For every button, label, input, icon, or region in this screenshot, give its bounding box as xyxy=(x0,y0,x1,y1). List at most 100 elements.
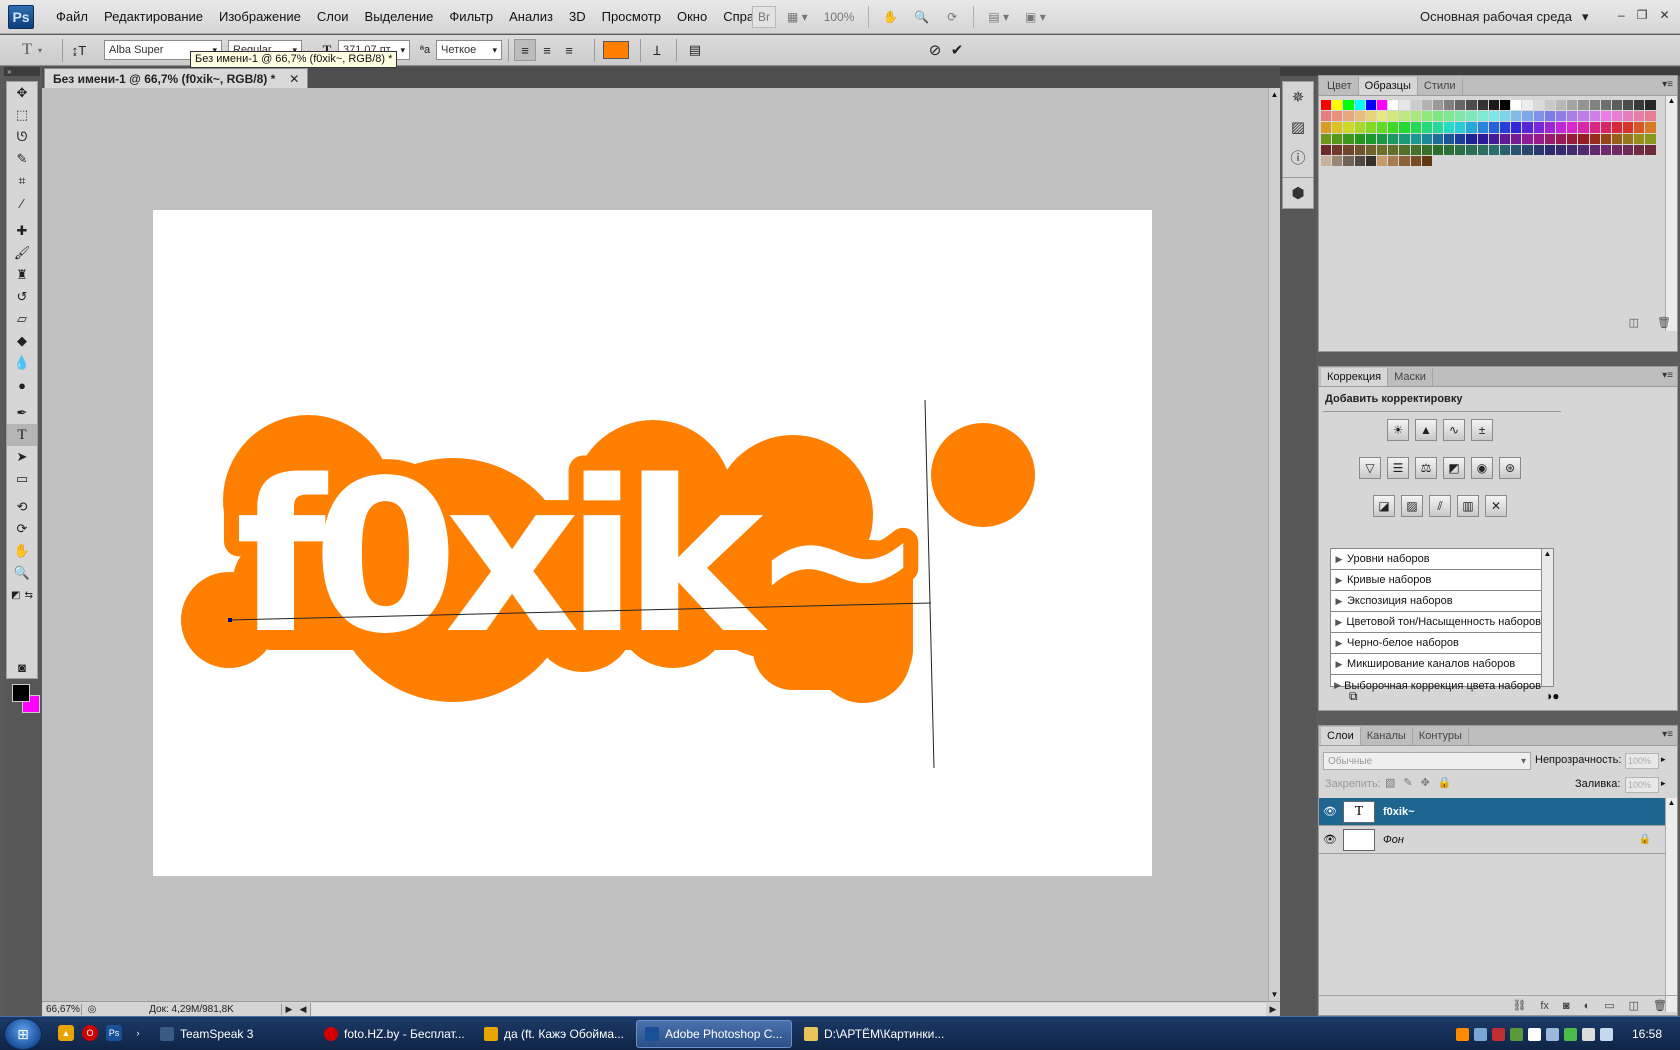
color-swatch[interactable] xyxy=(1522,122,1534,134)
color-swatch[interactable] xyxy=(1589,133,1601,145)
color-swatch[interactable] xyxy=(1511,144,1523,156)
taskbar-item-player[interactable]: да (ft. Кажэ Обойма... xyxy=(476,1020,636,1048)
chevron-right-icon[interactable]: ▸ xyxy=(1661,754,1666,765)
panel-menu-icon[interactable]: ▾≡ xyxy=(1662,370,1673,381)
color-swatch[interactable] xyxy=(1600,144,1612,156)
cancel-edits-icon[interactable]: ⊘ xyxy=(924,39,946,61)
collapse-icon[interactable]: » xyxy=(4,67,40,76)
color-swatch[interactable] xyxy=(1332,122,1344,134)
gradient-map-icon[interactable]: ▥ xyxy=(1457,495,1479,517)
color-swatch[interactable] xyxy=(1555,111,1568,123)
antialias-select[interactable]: Четкое ▾ xyxy=(436,40,502,60)
color-swatch[interactable] xyxy=(1365,133,1377,145)
new-adjustment-layer-icon[interactable]: ◐ xyxy=(1584,1000,1591,1012)
list-item[interactable]: ▶ Выборочная коррекция цвета наборов xyxy=(1331,675,1541,696)
new-swatch-icon[interactable]: ◫ xyxy=(1629,316,1639,329)
color-swatch[interactable] xyxy=(1567,100,1579,112)
layer-row-background[interactable]: 👁 Фон 🔒 xyxy=(1319,826,1665,854)
tab-color[interactable]: Цвет xyxy=(1321,77,1359,95)
clone-stamp-tool-icon[interactable]: ♜ xyxy=(7,264,37,286)
color-swatch[interactable] xyxy=(1511,122,1523,134)
color-swatch[interactable] xyxy=(1321,144,1333,156)
color-swatch[interactable] xyxy=(1354,111,1366,123)
black-white-icon[interactable]: ◩ xyxy=(1443,457,1465,479)
color-swatch[interactable] xyxy=(1399,111,1411,123)
color-swatch[interactable] xyxy=(1623,133,1635,145)
histogram-icon[interactable]: ▨ xyxy=(1283,112,1313,142)
path-selection-tool-icon[interactable]: ➤ xyxy=(7,446,37,468)
opera-icon[interactable]: O xyxy=(82,1025,98,1041)
minimize-icon[interactable]: – xyxy=(1618,8,1625,22)
color-swatch[interactable] xyxy=(1477,122,1489,134)
vertical-scrollbar[interactable]: ▲ ▼ xyxy=(1268,88,1280,1001)
color-swatch[interactable] xyxy=(1600,100,1612,112)
color-swatch[interactable] xyxy=(1421,100,1433,112)
color-swatch[interactable] xyxy=(1533,144,1545,156)
list-item[interactable]: ▶ Микширование каналов наборов xyxy=(1331,654,1541,675)
horizontal-scrollbar[interactable] xyxy=(310,1002,1266,1016)
zoom-tool-icon[interactable]: 🔍 xyxy=(909,6,934,28)
taskbar-item-browser[interactable]: foto.HZ.by - Бесплат... xyxy=(316,1020,476,1048)
arrange-documents-icon[interactable]: ▤ ▾ xyxy=(983,6,1014,28)
color-swatch[interactable] xyxy=(1455,144,1467,156)
3d-panel-icon[interactable]: ⬢ xyxy=(1283,178,1313,208)
color-swatch[interactable] xyxy=(1332,133,1344,145)
color-swatch[interactable] xyxy=(1634,144,1646,156)
color-swatch[interactable] xyxy=(1432,122,1445,134)
color-swatch[interactable] xyxy=(1410,144,1422,156)
invert-icon[interactable]: ◪ xyxy=(1373,495,1395,517)
color-swatch[interactable] xyxy=(1511,111,1523,123)
color-swatch[interactable] xyxy=(1634,111,1646,123)
signal-icon[interactable] xyxy=(1564,1027,1577,1041)
scroll-up-icon[interactable]: ▲ xyxy=(1269,90,1280,99)
color-swatch[interactable] xyxy=(1477,100,1489,112)
rotate-view-icon[interactable]: ⟳ xyxy=(940,6,964,28)
crop-tool-icon[interactable]: ⌗ xyxy=(7,170,37,192)
blend-mode-select[interactable]: Обычные ▾ xyxy=(1323,752,1531,770)
workspace-switcher[interactable]: Основная рабочая среда ▾ xyxy=(1420,0,1589,34)
layers-scrollbar[interactable]: ▲ xyxy=(1665,798,1677,1012)
menu-image[interactable]: Изображение xyxy=(211,0,309,34)
color-swatch[interactable] xyxy=(1444,122,1456,134)
curves-icon[interactable]: ∿ xyxy=(1443,419,1465,441)
pen-tool-icon[interactable]: ✒ xyxy=(7,402,37,424)
color-swatch[interactable] xyxy=(1321,122,1333,134)
color-swatch[interactable] xyxy=(1444,111,1456,123)
exposure-icon[interactable]: ± xyxy=(1471,419,1493,441)
presets-scrollbar[interactable]: ▲ xyxy=(1542,548,1554,687)
color-swatch[interactable] xyxy=(1354,133,1366,145)
restore-icon[interactable]: ❐ xyxy=(1637,8,1648,22)
color-swatch[interactable] xyxy=(1578,144,1590,156)
color-swatch[interactable] xyxy=(1466,144,1478,156)
blur-tool-icon[interactable]: 💧 xyxy=(7,352,37,374)
color-swatch[interactable] xyxy=(1645,111,1657,123)
menu-3d[interactable]: 3D xyxy=(561,0,594,34)
color-swatch[interactable] xyxy=(1611,144,1624,156)
taskbar-item-photoshop[interactable]: Adobe Photoshop C... xyxy=(636,1020,792,1048)
selective-color-icon[interactable]: ✕ xyxy=(1485,495,1507,517)
color-swatch[interactable] xyxy=(1600,122,1612,134)
media-player-icon[interactable] xyxy=(1456,1027,1469,1041)
color-swatch[interactable] xyxy=(1567,144,1579,156)
battery-icon[interactable] xyxy=(1582,1027,1595,1041)
color-swatch[interactable] xyxy=(1444,100,1456,112)
eraser-tool-icon[interactable]: ▱ xyxy=(7,308,37,330)
color-swatch[interactable] xyxy=(1600,133,1612,145)
color-swatch[interactable] xyxy=(1522,133,1534,145)
color-swatch[interactable] xyxy=(1600,111,1612,123)
tab-layers[interactable]: Слои xyxy=(1321,727,1361,745)
color-swatch[interactable] xyxy=(1376,133,1389,145)
color-swatch[interactable] xyxy=(1376,111,1389,123)
taskbar-item-explorer[interactable]: D:\АРТЁМ\Картинки... xyxy=(796,1020,956,1048)
antivirus-icon[interactable] xyxy=(1492,1027,1505,1041)
lock-transparency-icon[interactable]: ▧ xyxy=(1385,776,1395,789)
color-swatch[interactable] xyxy=(1544,122,1556,134)
display-icon[interactable] xyxy=(1546,1027,1559,1041)
zoom-field[interactable]: 66,67% xyxy=(42,1003,82,1015)
threshold-icon[interactable]: ⫽ xyxy=(1429,495,1451,517)
color-swatch[interactable] xyxy=(1589,111,1601,123)
color-swatch[interactable] xyxy=(1376,144,1389,156)
color-swatch[interactable] xyxy=(1567,111,1579,123)
view-previous-state-icon[interactable]: ◑● xyxy=(1545,689,1560,703)
color-swatch[interactable] xyxy=(1555,144,1568,156)
